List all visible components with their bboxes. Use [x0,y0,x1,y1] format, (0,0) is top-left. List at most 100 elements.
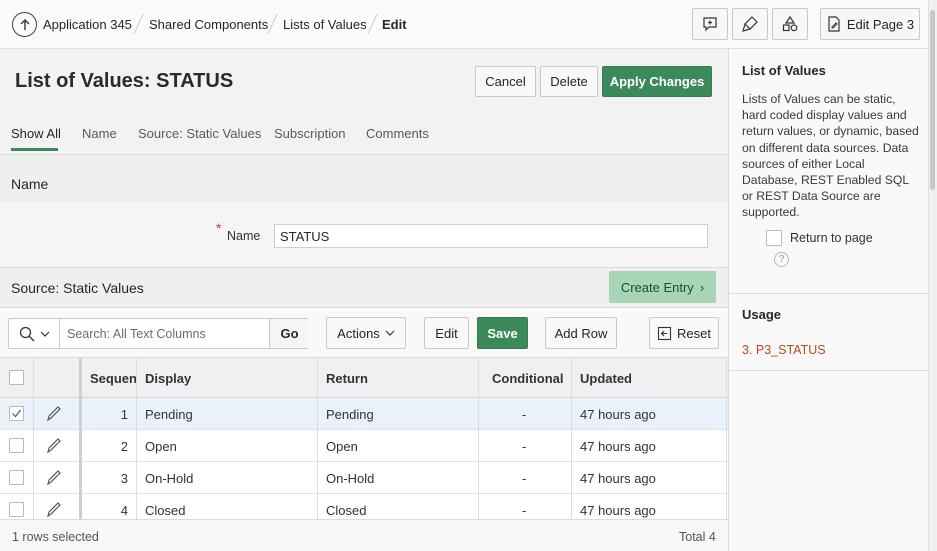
theme-roller-button[interactable] [732,8,768,40]
cell-display: Pending [145,407,193,422]
reset-button[interactable]: Reset [649,317,719,349]
edit-page-icon [828,16,840,32]
edit-button[interactable]: Edit [424,317,469,349]
frozen-column-divider [79,358,82,519]
side-panel-description: Lists of Values can be static, hard code… [742,92,919,220]
chevron-right-icon: › [699,279,705,295]
page-scrollbar-thumb[interactable] [930,10,935,190]
pencil-icon[interactable] [45,436,63,456]
interactive-grid: Sequence Display Return Conditional Upda… [0,357,728,519]
cell-sequence: 1 [120,407,128,422]
comments-button[interactable] [692,8,728,40]
pencil-icon[interactable] [45,500,63,519]
cell-updated: 47 hours ago [580,407,656,422]
add-comment-icon [703,17,717,32]
row-select-checkbox[interactable] [9,438,24,453]
row-select-checkbox[interactable] [9,502,24,517]
actions-menu-button[interactable]: Actions [326,317,406,349]
return-to-page-checkbox[interactable] [766,230,782,246]
cell-conditional: - [522,471,527,486]
table-row[interactable]: 1 Pending Pending - 47 hours ago [0,398,728,430]
table-row[interactable]: 3 On-Hold On-Hold - 47 hours ago [0,462,728,494]
cell-updated: 47 hours ago [580,503,656,518]
actions-label: Actions [337,325,380,341]
row-select-checkbox[interactable] [9,470,24,485]
cell-conditional: - [522,439,527,454]
tab-comments[interactable]: Comments [366,126,429,141]
usage-title: Usage [742,307,782,322]
pencil-icon[interactable] [45,404,63,424]
shared-components-button[interactable] [772,8,808,40]
apply-changes-button[interactable]: Apply Changes [602,66,712,97]
side-panel-title: List of Values [742,63,826,78]
chevron-down-icon [40,331,49,337]
cell-display: Closed [145,503,186,518]
create-entry-label: Create Entry [620,279,694,295]
go-button[interactable]: Go [269,319,309,348]
pencil-icon[interactable] [45,468,63,488]
cell-return: Pending [326,407,374,422]
column-divider [317,358,318,519]
select-all-checkbox[interactable] [9,370,24,385]
search-icon [19,326,34,341]
column-divider [726,358,727,519]
grid-footer: 1 rows selected Total 4 [0,519,728,551]
cell-display: Open [145,439,177,454]
name-section-header: Name [0,154,728,203]
breadcrumb-shared-components[interactable]: Shared Components [149,17,268,32]
column-header-updated[interactable]: Updated [580,371,632,386]
cell-return: Closed [326,503,367,518]
checkmark-icon [12,409,21,418]
up-circle-arrow-icon[interactable] [12,12,37,37]
save-button[interactable]: Save [477,317,528,349]
name-field[interactable] [274,224,708,248]
cell-conditional: - [522,407,527,422]
cell-conditional: - [522,503,527,518]
table-row[interactable]: 2 Open Open - 47 hours ago [0,430,728,462]
column-header-display[interactable]: Display [145,371,191,386]
delete-button[interactable]: Delete [540,66,598,97]
tab-source-static-values[interactable]: Source: Static Values [138,126,261,141]
search-input[interactable] [61,319,269,348]
breadcrumb-lists-of-values[interactable]: Lists of Values [283,17,367,32]
cell-display: On-Hold [145,471,194,486]
cell-return: On-Hold [326,471,375,486]
source-section-title: Source: Static Values [11,280,144,296]
cell-sequence: 4 [120,503,128,518]
cell-sequence: 2 [120,439,128,454]
add-row-button[interactable]: Add Row [545,317,617,349]
breadcrumb-separator [367,14,378,34]
reset-icon [657,326,672,340]
chevron-down-icon [385,330,395,336]
column-divider [33,358,34,519]
top-bar: Application 345 Shared Components Lists … [0,0,937,49]
total-count: Total 4 [679,530,716,544]
help-icon[interactable]: ? [774,252,789,267]
tab-show-all[interactable]: Show All [11,126,61,141]
brush-icon [742,16,758,32]
column-header-conditional[interactable]: Conditional [492,371,564,386]
page-title: List of Values: STATUS [15,70,234,92]
cancel-button[interactable]: Cancel [475,66,536,97]
rows-selected-status: 1 rows selected [12,530,99,544]
search-bar: Go [8,318,309,349]
usage-link[interactable]: 3. P3_STATUS [742,343,826,357]
edit-page-button[interactable]: Edit Page 3 [820,8,920,40]
cell-updated: 47 hours ago [580,471,656,486]
column-header-return[interactable]: Return [326,371,368,386]
tab-subscription[interactable]: Subscription [274,126,346,141]
breadcrumb-current: Edit [382,17,407,32]
create-entry-button[interactable]: Create Entry › [609,271,716,303]
breadcrumb-application[interactable]: Application 345 [43,17,132,32]
name-section-title: Name [11,176,49,192]
return-to-page-label: Return to page [790,231,873,245]
search-column-selector[interactable] [9,319,60,348]
grid-header: Sequence Display Return Conditional Upda… [0,358,728,398]
cell-return: Open [326,439,358,454]
column-header-sequence[interactable]: Sequence [90,371,136,386]
tab-name[interactable]: Name [82,126,117,141]
name-field-label: Name [227,229,261,243]
side-divider [729,293,929,294]
row-select-checkbox[interactable] [9,406,24,421]
table-row[interactable]: 4 Closed Closed - 47 hours ago [0,494,728,519]
